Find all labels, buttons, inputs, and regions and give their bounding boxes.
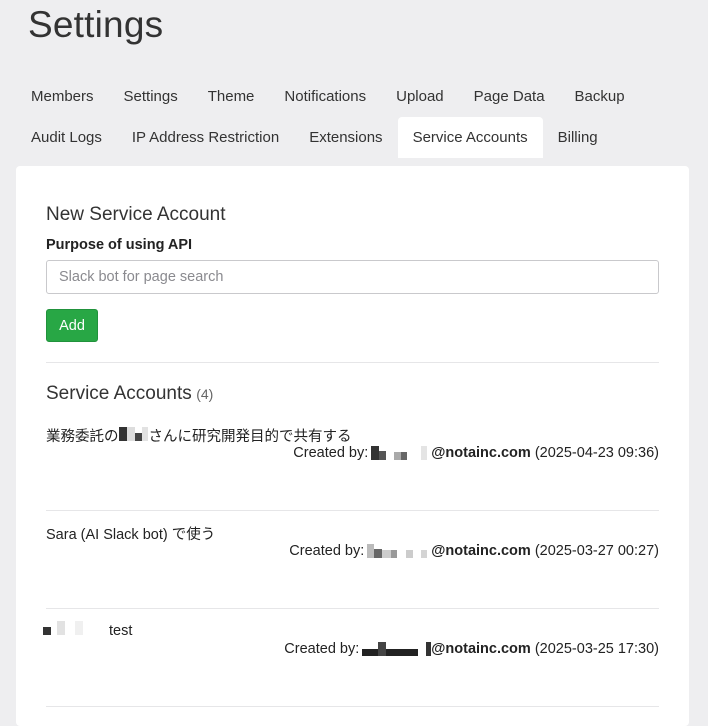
new-service-account-title: New Service Account: [46, 204, 226, 225]
created-at: (2025-03-27 00:27): [534, 543, 659, 559]
created-by-label: Created by:: [284, 641, 360, 657]
tab-extensions[interactable]: Extensions: [294, 117, 397, 158]
service-account-purpose: 業務委託の さんに研究開発目的で共有する: [46, 425, 659, 446]
service-account-meta: Created by: @notainc.com (2025-04-23 09:…: [293, 445, 659, 461]
service-accounts-count: (4): [196, 386, 214, 402]
service-account-purpose: Sara (AI Slack bot) で使う: [46, 523, 659, 544]
service-account-row: Sara (AI Slack bot) で使う Created by: @not…: [46, 523, 659, 603]
tab-service-accounts[interactable]: Service Accounts: [397, 117, 543, 158]
tab-audit-logs[interactable]: Audit Logs: [16, 117, 117, 158]
tab-settings[interactable]: Settings: [109, 76, 193, 117]
tab-ip-address-restriction[interactable]: IP Address Restriction: [117, 117, 294, 158]
redacted-email-user: [367, 544, 432, 558]
divider: [46, 362, 659, 363]
divider: [46, 608, 659, 609]
purpose-label: Purpose of using API: [46, 237, 193, 253]
service-account-meta: Created by: @notainc.com (2025-03-27 00:…: [289, 543, 659, 559]
tab-members[interactable]: Members: [16, 76, 109, 117]
redacted-email-user: [362, 642, 432, 656]
service-accounts-header: Service Accounts (4): [46, 383, 659, 405]
created-at: (2025-04-23 09:36): [534, 445, 659, 461]
tab-upload[interactable]: Upload: [381, 76, 459, 117]
service-account-row: test Created by: @notainc.com (2025-03-2…: [43, 621, 659, 701]
add-button[interactable]: Add: [46, 309, 98, 342]
tab-backup[interactable]: Backup: [560, 76, 640, 117]
service-accounts-title: Service Accounts: [46, 383, 192, 404]
redacted-name: [118, 427, 149, 441]
created-at: (2025-03-25 17:30): [534, 641, 659, 657]
email-domain: @notainc.com: [431, 641, 531, 657]
service-account-meta: Created by: @notainc.com (2025-03-25 17:…: [284, 641, 659, 657]
divider: [46, 510, 659, 511]
tab-page-data[interactable]: Page Data: [459, 76, 560, 117]
tab-notifications[interactable]: Notifications: [269, 76, 381, 117]
redacted-email-user: [371, 446, 432, 460]
tab-row-1: Members Settings Theme Notifications Upl…: [16, 76, 696, 117]
page-title: Settings: [28, 4, 164, 45]
divider: [46, 706, 659, 707]
new-service-account-section: New Service Account: [46, 204, 659, 226]
redacted-name: [43, 621, 109, 635]
email-domain: @notainc.com: [431, 543, 531, 559]
settings-tabs: Members Settings Theme Notifications Upl…: [16, 76, 696, 158]
service-accounts-card: New Service Account Purpose of using API…: [16, 166, 689, 726]
created-by-label: Created by:: [289, 543, 365, 559]
service-account-purpose: test: [43, 621, 659, 639]
purpose-text: さんに研究開発目的で共有する: [148, 429, 352, 445]
purpose-text: Sara (AI Slack bot) で使う: [46, 527, 216, 543]
tab-theme[interactable]: Theme: [193, 76, 270, 117]
created-by-label: Created by:: [293, 445, 369, 461]
tab-row-2: Audit Logs IP Address Restriction Extens…: [16, 117, 696, 158]
email-domain: @notainc.com: [431, 445, 531, 461]
service-account-row: 業務委託の さんに研究開発目的で共有する Created by: @notainc…: [46, 425, 659, 505]
purpose-text: test: [109, 623, 133, 639]
purpose-text: 業務委託の: [46, 429, 119, 445]
tab-billing[interactable]: Billing: [543, 117, 613, 158]
purpose-input[interactable]: [46, 260, 659, 294]
